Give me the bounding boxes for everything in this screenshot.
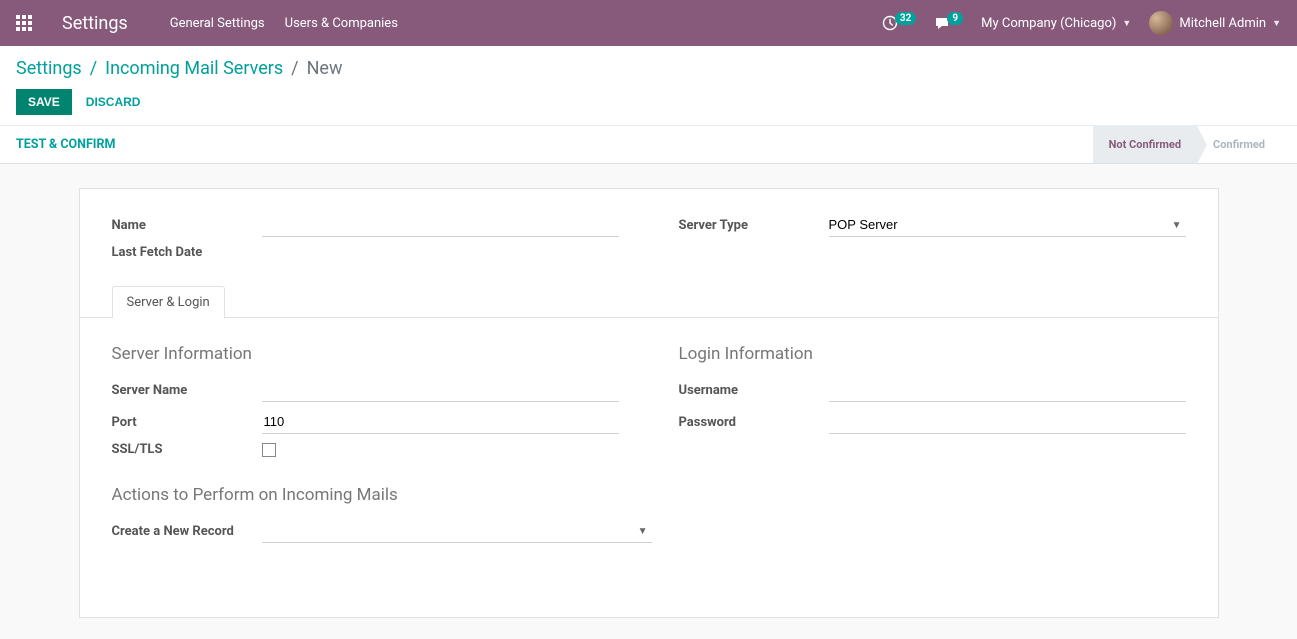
apps-icon[interactable] bbox=[16, 15, 32, 31]
breadcrumb-incoming-mail-servers[interactable]: Incoming Mail Servers bbox=[105, 58, 283, 79]
status-steps: Not Confirmed Confirmed bbox=[1093, 126, 1281, 163]
user-name: Mitchell Admin bbox=[1179, 16, 1266, 31]
username-input[interactable] bbox=[829, 378, 1186, 402]
status-not-confirmed[interactable]: Not Confirmed bbox=[1093, 126, 1197, 163]
username-label: Username bbox=[679, 383, 829, 398]
user-menu[interactable]: Mitchell Admin ▼ bbox=[1149, 11, 1281, 35]
create-record-label: Create a New Record bbox=[112, 524, 262, 539]
tab-server-login[interactable]: Server & Login bbox=[112, 286, 225, 318]
activity-icon[interactable]: 32 bbox=[882, 15, 916, 31]
caret-down-icon: ▼ bbox=[1272, 18, 1281, 29]
test-confirm-button[interactable]: Test & Confirm bbox=[16, 137, 115, 152]
server-name-input[interactable] bbox=[262, 378, 619, 402]
ssl-tls-checkbox[interactable] bbox=[262, 443, 276, 457]
messaging-icon[interactable]: 9 bbox=[934, 15, 963, 31]
company-selector[interactable]: My Company (Chicago) ▼ bbox=[981, 16, 1131, 31]
server-type-label: Server Type bbox=[679, 218, 829, 233]
login-info-title: Login Information bbox=[679, 344, 1186, 364]
password-label: Password bbox=[679, 415, 829, 430]
status-bar: Test & Confirm Not Confirmed Confirmed bbox=[0, 126, 1297, 164]
name-label: Name bbox=[112, 218, 262, 233]
last-fetch-label: Last Fetch Date bbox=[112, 245, 262, 260]
password-input[interactable] bbox=[829, 410, 1186, 434]
menu-users-companies[interactable]: Users & Companies bbox=[285, 16, 398, 31]
port-label: Port bbox=[112, 415, 262, 430]
messaging-badge: 9 bbox=[947, 12, 963, 25]
control-panel: Settings / Incoming Mail Servers / New S… bbox=[0, 46, 1297, 126]
ssl-tls-label: SSL/TLS bbox=[112, 442, 262, 457]
breadcrumb-current: New bbox=[307, 58, 343, 79]
breadcrumb-settings[interactable]: Settings bbox=[16, 58, 82, 79]
activity-badge: 32 bbox=[895, 12, 916, 25]
save-button[interactable]: Save bbox=[16, 89, 72, 115]
name-input[interactable] bbox=[262, 213, 619, 237]
server-info-title: Server Information bbox=[112, 344, 619, 364]
port-input[interactable] bbox=[262, 410, 619, 434]
caret-down-icon: ▼ bbox=[1122, 18, 1131, 29]
server-type-select[interactable] bbox=[829, 213, 1186, 237]
tabs: Server & Login bbox=[80, 286, 1218, 318]
avatar bbox=[1149, 11, 1173, 35]
menu-general-settings[interactable]: General Settings bbox=[170, 16, 265, 31]
server-name-label: Server Name bbox=[112, 383, 262, 398]
create-record-select[interactable] bbox=[262, 519, 652, 543]
breadcrumb: Settings / Incoming Mail Servers / New bbox=[16, 58, 1281, 79]
actions-title: Actions to Perform on Incoming Mails bbox=[112, 485, 1186, 505]
discard-button[interactable]: Discard bbox=[86, 95, 141, 109]
top-nav: Settings General Settings Users & Compan… bbox=[0, 0, 1297, 46]
status-confirmed[interactable]: Confirmed bbox=[1197, 126, 1281, 163]
app-brand: Settings bbox=[62, 13, 128, 34]
form-sheet: Name Last Fetch Date Server Type ▼ Serve… bbox=[79, 188, 1219, 618]
company-name: My Company (Chicago) bbox=[981, 16, 1116, 31]
